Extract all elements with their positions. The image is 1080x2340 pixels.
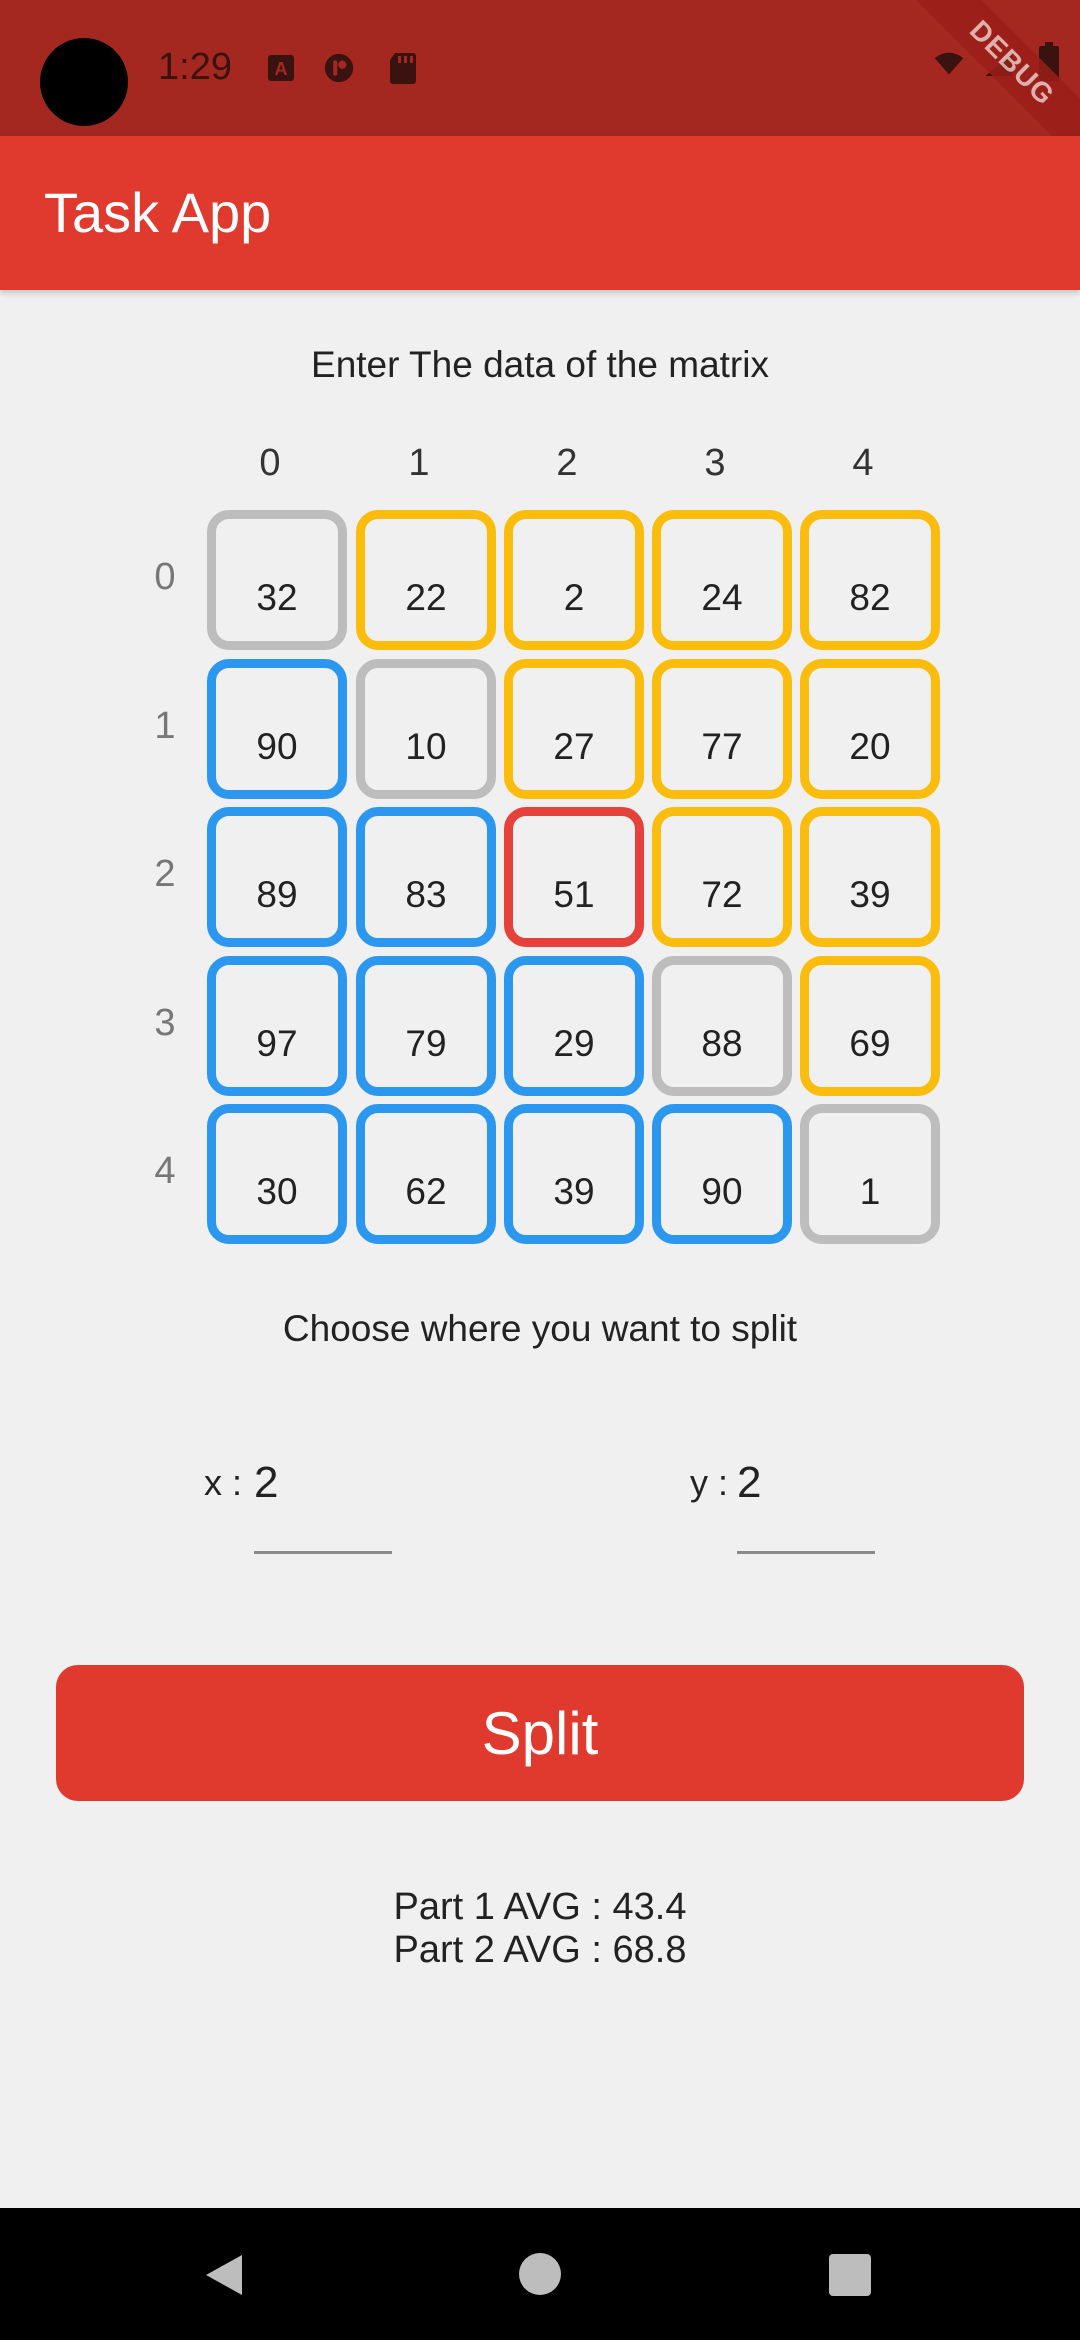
cell-value: 62	[405, 1171, 447, 1212]
recents-icon[interactable]	[828, 2253, 872, 2302]
cell-value: 32	[256, 577, 298, 618]
cell-value: 82	[849, 577, 891, 618]
matrix-cell[interactable]: 2	[504, 510, 644, 650]
row-label: 0	[154, 556, 176, 598]
matrix-cell[interactable]: 20	[800, 659, 940, 799]
matrix-cell[interactable]: 82	[800, 510, 940, 650]
matrix-cell[interactable]: 1	[800, 1104, 940, 1244]
split-button[interactable]: Split	[56, 1665, 1024, 1801]
cell-value: 83	[405, 874, 447, 915]
column-label: 3	[704, 442, 726, 484]
matrix-cell[interactable]: 77	[652, 659, 792, 799]
app-title: Task App	[44, 181, 272, 244]
cell-value: 10	[405, 726, 447, 767]
matrix-cell[interactable]: 22	[356, 510, 496, 650]
cell-value: 29	[553, 1023, 595, 1064]
row-label: 1	[154, 705, 176, 747]
sd-card-icon	[388, 52, 418, 84]
cell-value: 90	[256, 726, 298, 767]
matrix-cell[interactable]: 27	[504, 659, 644, 799]
matrix-prompt: Enter The data of the matrix	[311, 344, 769, 385]
part1-average: Part 1 AVG : 43.4	[393, 1886, 687, 1928]
cell-value: 77	[701, 726, 743, 767]
circle-app-icon	[324, 52, 354, 84]
column-label: 4	[852, 442, 874, 484]
part2-average: Part 2 AVG : 68.8	[393, 1929, 687, 1971]
x-input-underline	[254, 1551, 392, 1554]
cell-value: 39	[849, 874, 891, 915]
cell-value: 79	[405, 1023, 447, 1064]
wifi-icon	[934, 48, 964, 80]
cell-value: 24	[701, 577, 743, 618]
cell-value: 90	[701, 1171, 743, 1212]
matrix-cell[interactable]: 90	[207, 659, 347, 799]
column-label: 1	[408, 442, 430, 484]
a-box-icon: A	[266, 52, 296, 84]
back-icon[interactable]	[202, 2252, 246, 2303]
cell-value: 2	[563, 577, 585, 618]
cell-value: 20	[849, 726, 891, 767]
home-icon[interactable]	[518, 2252, 562, 2301]
matrix-cell[interactable]: 39	[800, 807, 940, 947]
matrix-cell[interactable]: 90	[652, 1104, 792, 1244]
cell-value: 30	[256, 1171, 298, 1212]
cell-value: 39	[553, 1171, 595, 1212]
split-button-label: Split	[481, 1699, 599, 1767]
cell-value: 27	[553, 726, 595, 767]
cell-value: 51	[553, 874, 595, 915]
matrix-cell[interactable]: 10	[356, 659, 496, 799]
cell-value: 72	[701, 874, 743, 915]
matrix-cell[interactable]: 79	[356, 956, 496, 1096]
status-time: 1:29	[158, 46, 232, 88]
matrix-cell[interactable]: 29	[504, 956, 644, 1096]
matrix-cell[interactable]: 30	[207, 1104, 347, 1244]
matrix-cell[interactable]: 62	[356, 1104, 496, 1244]
y-label: y :	[690, 1462, 729, 1503]
matrix-cell[interactable]: 72	[652, 807, 792, 947]
app-bar: Task App	[0, 136, 1080, 290]
cell-value: 97	[256, 1023, 298, 1064]
y-input-underline	[737, 1551, 875, 1554]
matrix-cell[interactable]: 32	[207, 510, 347, 650]
x-label: x :	[204, 1462, 243, 1503]
split-prompt: Choose where you want to split	[282, 1308, 798, 1349]
matrix-cell[interactable]: 51	[504, 807, 644, 947]
row-label: 3	[154, 1002, 176, 1044]
status-bar: 1:29 A DEBUG	[0, 0, 1080, 165]
column-label: 2	[556, 442, 578, 484]
matrix-cell[interactable]: 88	[652, 956, 792, 1096]
row-label: 2	[154, 853, 176, 895]
cell-value: 69	[849, 1023, 891, 1064]
column-label: 0	[259, 442, 281, 484]
camera-cutout	[40, 38, 128, 126]
matrix-cell[interactable]: 69	[800, 956, 940, 1096]
cell-value: 89	[256, 874, 298, 915]
cell-value: 22	[405, 577, 447, 618]
y-input[interactable]: 2	[737, 1458, 761, 1508]
svg-text:A: A	[275, 59, 288, 79]
cell-value: 1	[859, 1171, 881, 1212]
row-label: 4	[154, 1150, 176, 1192]
matrix-cell[interactable]: 39	[504, 1104, 644, 1244]
matrix-cell[interactable]: 83	[356, 807, 496, 947]
matrix-cell[interactable]: 89	[207, 807, 347, 947]
x-input[interactable]: 2	[254, 1458, 278, 1508]
cell-value: 88	[701, 1023, 743, 1064]
matrix-cell[interactable]: 24	[652, 510, 792, 650]
matrix-cell[interactable]: 97	[207, 956, 347, 1096]
